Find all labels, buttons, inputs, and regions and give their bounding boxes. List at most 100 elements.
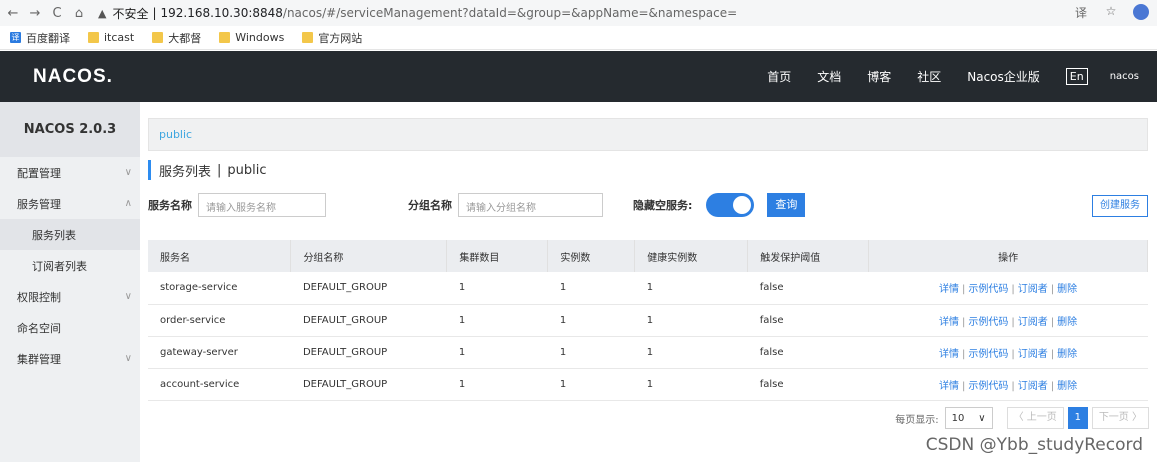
nav-docs[interactable]: 文档 (817, 68, 841, 85)
browser-toolbar: ← → C ⌂ ▲ 不安全 | 192.168.10.30:8848 /naco… (0, 0, 1157, 26)
delete-link[interactable]: 删除 (1057, 349, 1077, 360)
op-separator: | (1011, 316, 1015, 328)
bookmark-baidu-translate[interactable]: 译百度翻译 (10, 30, 70, 46)
bookmarks-bar: 译百度翻译 itcast 大都督 Windows 官方网站 (0, 26, 1157, 50)
sample-code-link[interactable]: 示例代码 (968, 349, 1008, 360)
operations-cell: 详情 | 示例代码 | 订阅者 | 删除 (868, 368, 1148, 401)
details-link[interactable]: 详情 (939, 317, 959, 328)
operations-cell: 详情 | 示例代码 | 订阅者 | 删除 (868, 336, 1148, 369)
group-name-input[interactable]: 请输入分组名称 (458, 193, 603, 217)
sample-code-link[interactable]: 示例代码 (968, 284, 1008, 295)
hide-empty-toggle[interactable] (706, 193, 755, 217)
instances-cell: 1 (547, 272, 635, 305)
subscribers-link[interactable]: 订阅者 (1018, 381, 1048, 392)
folder-icon (152, 32, 164, 43)
top-navigation: NACOS. 首页 文档 博客 社区 Nacos企业版 En nacos (0, 51, 1157, 102)
sidebar-item-label: 服务管理 (17, 197, 61, 211)
per-page-value: 10 (951, 412, 965, 424)
bookmark-dadudu[interactable]: 大都督 (152, 30, 201, 46)
bookmark-label: Windows (235, 31, 285, 44)
bookmark-official-site[interactable]: 官方网站 (302, 30, 362, 46)
bookmark-label: 官方网站 (318, 31, 363, 45)
nacos-logo[interactable]: NACOS. (33, 66, 113, 88)
sidebar-item-auth[interactable]: 权限控制 ∨ (0, 281, 140, 312)
subscribers-link[interactable]: 订阅者 (1018, 284, 1048, 295)
pagination: 每页显示: 10 ∨ 〈 上一页 1 下一页 〉 (895, 407, 1149, 429)
subscribers-link[interactable]: 订阅者 (1018, 349, 1048, 360)
url-host: 192.168.10.30:8848 (160, 6, 283, 20)
nav-community[interactable]: 社区 (917, 68, 941, 85)
reload-icon[interactable]: C (48, 6, 66, 21)
group-cell: DEFAULT_GROUP (290, 336, 447, 369)
bookmark-windows[interactable]: Windows (219, 31, 284, 44)
op-separator: | (1011, 348, 1015, 360)
threshold-cell: false (747, 272, 869, 305)
op-separator: | (1011, 284, 1015, 296)
bookmark-label: 大都督 (168, 31, 202, 45)
create-service-button[interactable]: 创建服务 (1092, 195, 1148, 217)
group-cell: DEFAULT_GROUP (290, 272, 447, 305)
profile-icon[interactable] (1133, 4, 1149, 20)
chevron-up-icon: ∧ (124, 198, 132, 209)
sidebar-version: NACOS 2.0.3 (0, 102, 140, 157)
language-toggle[interactable]: En (1065, 68, 1088, 85)
table-header: 服务名 分组名称 集群数目 实例数 健康实例数 触发保护阈值 操作 (148, 240, 1148, 272)
healthy-cell: 1 (634, 368, 748, 401)
nav-home[interactable]: 首页 (767, 68, 791, 85)
delete-link[interactable]: 删除 (1057, 284, 1077, 295)
details-link[interactable]: 详情 (939, 381, 959, 392)
op-separator: | (962, 348, 966, 360)
sidebar-item-config[interactable]: 配置管理 ∨ (0, 157, 140, 188)
query-button[interactable]: 查询 (767, 193, 806, 217)
clusters-cell: 1 (446, 336, 548, 369)
sample-code-link[interactable]: 示例代码 (968, 381, 1008, 392)
main-content: public 服务列表 | public 服务名称 请输入服务名称 分组名称 请… (140, 102, 1157, 462)
column-header: 集群数目 (446, 240, 549, 272)
forward-icon[interactable]: → (26, 6, 44, 21)
sidebar-item-cluster[interactable]: 集群管理 ∨ (0, 343, 140, 374)
next-page-button[interactable]: 下一页 〉 (1091, 407, 1149, 429)
delete-link[interactable]: 删除 (1057, 317, 1077, 328)
chevron-down-icon: ∨ (978, 412, 986, 424)
sidebar-item-namespace[interactable]: 命名空间 (0, 312, 140, 343)
healthy-cell: 1 (634, 336, 748, 369)
column-header: 服务名 (148, 240, 292, 272)
bookmark-label: 百度翻译 (26, 31, 70, 45)
service-name-cell: gateway-server (148, 336, 291, 369)
prev-page-button[interactable]: 〈 上一页 (1006, 407, 1064, 429)
nav-enterprise[interactable]: Nacos企业版 (967, 68, 1040, 85)
address-bar[interactable]: ▲ 不安全 | 192.168.10.30:8848 /nacos/#/serv… (98, 5, 737, 22)
service-name-input[interactable]: 请输入服务名称 (198, 193, 326, 217)
column-header: 操作 (868, 240, 1148, 272)
threshold-cell: false (747, 304, 869, 337)
sidebar-subitem-service-list[interactable]: 服务列表 (0, 219, 140, 250)
bookmark-itcast[interactable]: itcast (88, 31, 134, 44)
back-icon[interactable]: ← (4, 6, 22, 21)
chevron-down-icon: ∨ (124, 291, 132, 302)
filter-bar: 服务名称 请输入服务名称 分组名称 请输入分组名称 隐藏空服务: 查询 (148, 193, 1148, 217)
service-name-cell: storage-service (148, 272, 291, 305)
threshold-cell: false (747, 336, 869, 369)
current-page-button[interactable]: 1 (1067, 407, 1088, 429)
sidebar-item-label: 配置管理 (17, 166, 61, 180)
details-link[interactable]: 详情 (939, 349, 959, 360)
column-header: 实例数 (547, 240, 636, 272)
sidebar-item-label: 权限控制 (17, 290, 61, 304)
star-icon[interactable]: ☆ (1103, 4, 1119, 20)
translate-icon[interactable]: 译 (1073, 4, 1089, 20)
per-page-select[interactable]: 10 ∨ (944, 407, 993, 429)
sidebar-item-services[interactable]: 服务管理 ∧ (0, 188, 140, 219)
sidebar-subitem-subscribers[interactable]: 订阅者列表 (0, 250, 140, 281)
details-link[interactable]: 详情 (939, 284, 959, 295)
op-separator: | (962, 316, 966, 328)
folder-icon (88, 32, 99, 43)
nav-blog[interactable]: 博客 (867, 68, 891, 85)
user-menu[interactable]: nacos (1110, 71, 1139, 82)
home-icon[interactable]: ⌂ (70, 6, 88, 21)
operations-cell: 详情 | 示例代码 | 订阅者 | 删除 (868, 304, 1148, 337)
service-table: 服务名 分组名称 集群数目 实例数 健康实例数 触发保护阈值 操作 storag… (148, 240, 1148, 401)
namespace-tab[interactable]: public (148, 118, 1148, 151)
subscribers-link[interactable]: 订阅者 (1018, 317, 1048, 328)
sample-code-link[interactable]: 示例代码 (968, 317, 1008, 328)
delete-link[interactable]: 删除 (1057, 381, 1077, 392)
